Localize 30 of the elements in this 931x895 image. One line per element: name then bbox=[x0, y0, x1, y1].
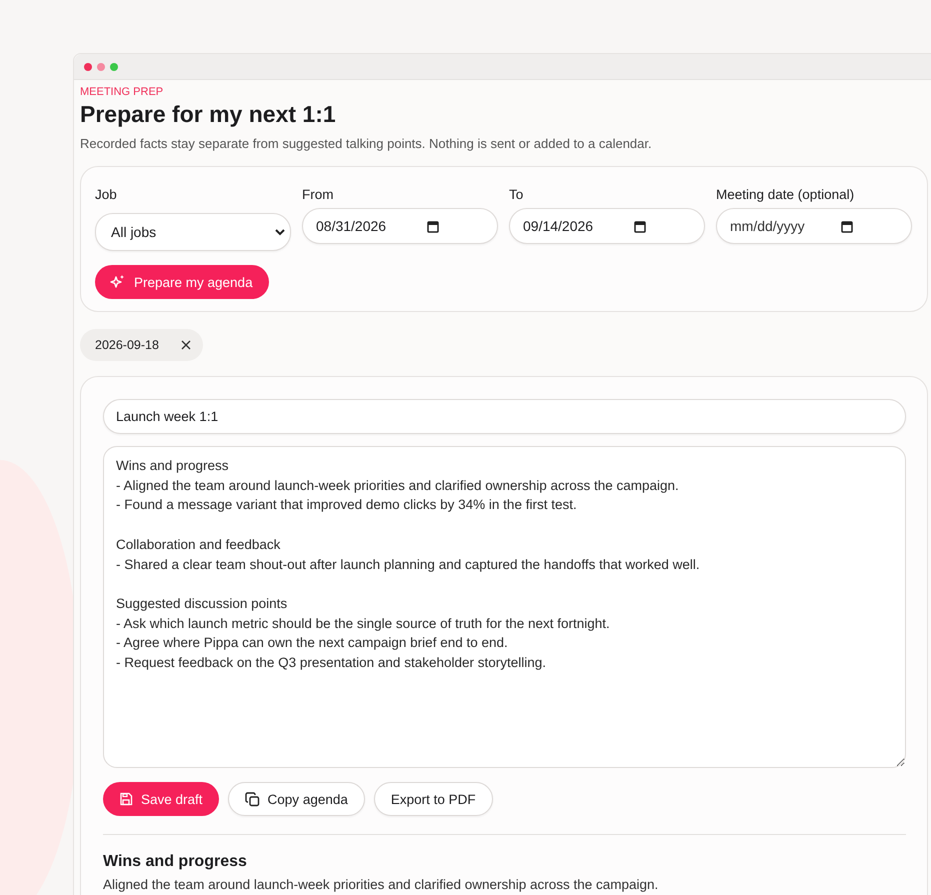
window-control[interactable] bbox=[84, 62, 92, 70]
chevron-down-icon bbox=[275, 228, 285, 236]
date-chip[interactable]: 2026-09-18 bbox=[80, 329, 203, 361]
preview-heading: Wins and progress bbox=[103, 853, 248, 871]
export-pdf-button[interactable]: Export to PDF bbox=[374, 782, 493, 816]
date-field[interactable]: 08/31/2026 bbox=[302, 208, 498, 244]
date-field[interactable]: mm/dd/yyyy bbox=[716, 208, 912, 244]
calendar-icon bbox=[427, 220, 439, 232]
window-control[interactable] bbox=[110, 62, 118, 70]
field-label: Job bbox=[95, 187, 118, 202]
agenda-title-field[interactable]: Launch week 1:1 bbox=[103, 399, 906, 434]
job-select[interactable]: All jobs bbox=[95, 213, 291, 251]
sparkles-icon bbox=[110, 274, 126, 290]
page-subtitle: Recorded facts stay separate from suggested talking points. Nothing is sent or added to a calendar. bbox=[80, 136, 653, 151]
window-control[interactable] bbox=[97, 62, 105, 70]
date-field[interactable]: 09/14/2026 bbox=[509, 208, 705, 244]
prepare-agenda-button[interactable]: Prepare my agenda bbox=[95, 265, 269, 299]
copy-agenda-button[interactable]: Copy agenda bbox=[228, 782, 365, 816]
close-icon[interactable] bbox=[180, 340, 191, 350]
calendar-icon bbox=[634, 220, 646, 232]
copy-icon bbox=[244, 792, 260, 806]
preview-text: Aligned the team around launch-week priorities and clarified ownership across the campaign. bbox=[103, 877, 660, 892]
section-label: MEETING PREP bbox=[80, 86, 164, 98]
agenda-text-area[interactable]: Wins and progress - Aligned the team around launch-week priorities and clarified ownership across the campaign. - Found a message variant that improved demo clicks by 34% in the first test. Collaboration and feedback - Shared a clear team shout-out after launch planning and captured the handoffs that worked well. Suggested discussion points - Ask which launch metric should be the single source of truth for the next fortnight. - Agree where Pippa can own the next campaign brief end to end. - Request feedback on the Q3 presentation and stakeholder storytelling. bbox=[103, 446, 906, 768]
save-draft-button[interactable]: Save draft bbox=[103, 782, 219, 816]
field-label: From bbox=[302, 187, 334, 202]
field-label: Meeting date (optional) bbox=[716, 187, 856, 202]
field-label: To bbox=[509, 187, 524, 202]
page-title: Prepare for my next 1:1 bbox=[80, 101, 337, 128]
calendar-icon bbox=[841, 220, 853, 232]
